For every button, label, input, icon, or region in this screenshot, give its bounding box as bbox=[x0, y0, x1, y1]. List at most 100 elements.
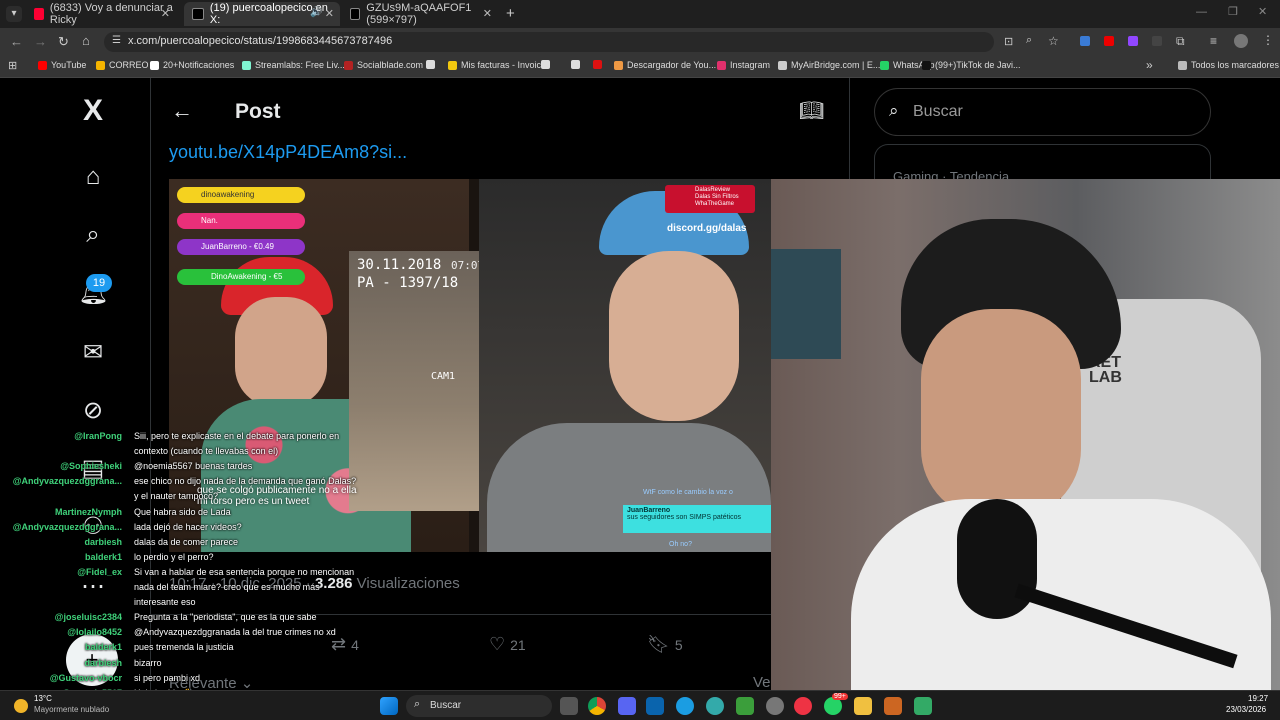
bookmark-item[interactable]: Descargador de You... bbox=[614, 60, 716, 70]
chat-username: balderk1 bbox=[84, 551, 122, 562]
all-bookmarks-label: Todos los marcadores bbox=[1191, 60, 1280, 70]
bookmark-item[interactable]: CORREO bbox=[96, 60, 149, 70]
bookmark-item[interactable]: YouTube bbox=[38, 60, 86, 70]
extension-icon[interactable] bbox=[1152, 36, 1162, 46]
bookmark-item[interactable]: Streamlabs: Free Liv... bbox=[242, 60, 345, 70]
reader-view-icon[interactable]: 📖︎ bbox=[799, 98, 824, 123]
search-icon: ⌕ bbox=[889, 101, 899, 120]
chat-message: @joseluisc2384 Pregunta a la "periodista"… bbox=[55, 612, 317, 622]
bookmark-label: Streamlabs: Free Liv... bbox=[255, 60, 345, 70]
new-tab-button[interactable]: + bbox=[506, 5, 515, 22]
all-bookmarks-folder[interactable]: Todos los marcadores bbox=[1178, 60, 1279, 70]
close-window-button[interactable]: ✕ bbox=[1258, 5, 1267, 18]
grok-icon[interactable]: ⊘ bbox=[78, 396, 108, 426]
url-field[interactable]: ☰ x.com/puercoalopecico/status/199868344… bbox=[104, 32, 1059, 52]
task-view-icon[interactable] bbox=[560, 697, 578, 715]
back-arrow-icon[interactable]: ← bbox=[171, 98, 193, 124]
bookmark-item[interactable]: MyAirBridge.com | E... bbox=[778, 60, 880, 70]
apps-grid-icon[interactable]: ⊞ bbox=[8, 59, 17, 72]
bookmark-item[interactable]: Instagram bbox=[717, 60, 770, 70]
chat-message: darbiesh dalas da de comer parece bbox=[84, 537, 238, 547]
clip-case-number: PA - 1397/18 bbox=[357, 275, 459, 291]
bookmark-item[interactable] bbox=[426, 60, 435, 69]
extension-icon[interactable] bbox=[1080, 36, 1090, 46]
bookmark-item[interactable]: Mis facturas - Invoic... bbox=[448, 60, 549, 70]
bookmark-item[interactable] bbox=[593, 60, 602, 69]
star-icon[interactable]: ☆ bbox=[1048, 34, 1059, 48]
chat-message: contexto (cuando te llevabas con el) bbox=[134, 446, 278, 456]
close-icon[interactable]: ✕ bbox=[161, 7, 170, 20]
back-icon[interactable]: ← bbox=[10, 34, 23, 49]
app-icon[interactable] bbox=[914, 697, 932, 715]
clock-date[interactable]: 23/03/2026 bbox=[1226, 705, 1266, 714]
outlook-icon[interactable] bbox=[646, 697, 664, 715]
video-player[interactable]: 30.11.2018 07:07 PA - 1397/18 CAM1 dinoa… bbox=[169, 179, 771, 552]
reading-list-icon[interactable]: ≡ bbox=[1210, 34, 1217, 48]
forward-icon[interactable]: → bbox=[34, 34, 47, 49]
inner-chat-line: Oh no? bbox=[669, 541, 692, 548]
promo-sub2: WhaTheGame bbox=[695, 201, 735, 207]
chat-username: darbiesh bbox=[84, 536, 122, 547]
inner-chat-user: JuanBarreno bbox=[627, 507, 671, 514]
bookmarks-overflow-button[interactable]: » bbox=[1146, 58, 1153, 72]
browser-tabstrip: ▾ (6833) Voy a denunciar a Ricky ✕ (19) … bbox=[0, 0, 1280, 28]
bookmark-item[interactable]: 20+Notificaciones bbox=[150, 60, 234, 70]
discord-icon[interactable] bbox=[618, 697, 636, 715]
chat-message: balderk1 lo perdio y el perro? bbox=[85, 552, 214, 562]
app-icon[interactable] bbox=[736, 697, 754, 715]
alert-bar: Nan. bbox=[177, 213, 305, 229]
chrome-icon[interactable] bbox=[588, 697, 606, 715]
weather-icon[interactable] bbox=[14, 699, 28, 713]
tab-youtube[interactable]: (6833) Voy a denunciar a Ricky ✕ bbox=[26, 2, 176, 26]
settings-icon[interactable] bbox=[766, 697, 784, 715]
bookmark-favicon-icon bbox=[448, 60, 457, 70]
messages-icon[interactable]: ✉ bbox=[78, 338, 108, 368]
chat-username: @Fidel_ex bbox=[77, 566, 122, 577]
search-icon[interactable]: ⌕ bbox=[78, 220, 108, 250]
close-icon[interactable]: ✕ bbox=[325, 7, 334, 20]
menu-icon[interactable]: ⋮ bbox=[1262, 33, 1274, 47]
minimize-button[interactable]: — bbox=[1196, 6, 1207, 18]
app-icon[interactable] bbox=[706, 697, 724, 715]
install-icon[interactable]: ⊡ bbox=[1004, 35, 1013, 48]
home-icon[interactable]: ⌂ bbox=[82, 33, 90, 48]
like-button[interactable]: ♡ 21 bbox=[489, 634, 526, 655]
clock-time[interactable]: 19:27 bbox=[1248, 694, 1268, 703]
tab-x-post[interactable]: (19) puercoalopecico en X: 🔊 ✕ bbox=[184, 2, 340, 26]
chat-username: @Gustavo-vbocr bbox=[49, 672, 122, 683]
search-input[interactable]: ⌕ Buscar bbox=[874, 88, 1211, 136]
app-icon[interactable] bbox=[884, 697, 902, 715]
bookmark-item[interactable] bbox=[571, 60, 580, 69]
reload-icon[interactable]: ↻ bbox=[58, 34, 69, 50]
x-icon bbox=[192, 8, 204, 20]
app-icon[interactable] bbox=[794, 697, 812, 715]
profile-avatar[interactable] bbox=[1234, 34, 1248, 48]
home-icon[interactable]: ⌂ bbox=[78, 162, 108, 192]
bookmark-item[interactable] bbox=[541, 60, 550, 69]
post-link[interactable]: youtu.be/X14pP4DEAm8?si... bbox=[169, 142, 407, 163]
extensions-puzzle-icon[interactable]: ⧉ bbox=[1176, 34, 1185, 49]
bookmark-favicon-icon bbox=[242, 60, 251, 70]
face-shape bbox=[235, 297, 327, 407]
file-explorer-icon[interactable] bbox=[854, 697, 872, 715]
bookmark-item[interactable]: Socialblade.com bbox=[344, 60, 423, 70]
site-info-icon[interactable]: ☰ bbox=[112, 35, 121, 46]
bookmark-button[interactable]: 🔖︎ 5 bbox=[647, 634, 683, 655]
tab-list-button[interactable]: ▾ bbox=[6, 6, 22, 22]
start-button[interactable] bbox=[380, 697, 398, 715]
inner-chat-highlight: JuanBarreno sus seguidores son SIMPS pat… bbox=[623, 505, 771, 533]
speaker-icon[interactable]: 🔊 bbox=[310, 7, 322, 18]
windows-taskbar: 13°C Mayormente nublado ⌕ Buscar 99+ 19:… bbox=[0, 690, 1280, 720]
maximize-button[interactable]: ❐ bbox=[1228, 5, 1238, 18]
chat-message: nada del team miare? creo que es mucho m… bbox=[134, 582, 320, 592]
extension-icon[interactable] bbox=[1104, 36, 1114, 46]
taskbar-search[interactable]: ⌕ Buscar bbox=[406, 695, 552, 717]
tab-image[interactable]: GZUs9M-aQAAFOF1 (599×797) ✕ bbox=[342, 2, 498, 26]
zoom-icon[interactable]: ⌕ bbox=[1026, 34, 1032, 47]
chat-text: Si van a hablar de esa sentencia porque … bbox=[134, 566, 355, 577]
x-logo[interactable]: X bbox=[78, 96, 108, 126]
extension-icon[interactable] bbox=[1128, 36, 1138, 46]
bookmark-item[interactable]: (99+)TikTok de Javi... bbox=[922, 60, 1020, 70]
close-icon[interactable]: ✕ bbox=[483, 7, 492, 20]
edge-icon[interactable] bbox=[676, 697, 694, 715]
